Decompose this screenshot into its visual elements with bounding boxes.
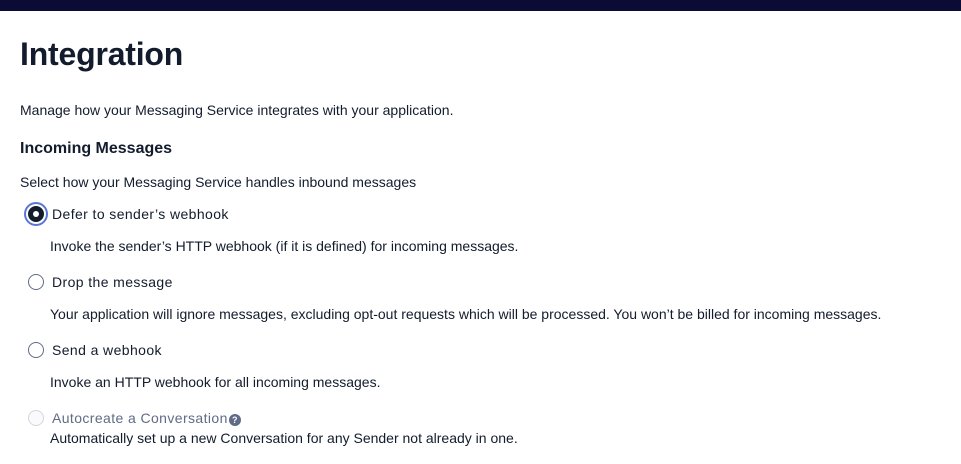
option-label: Autocreate a Conversation xyxy=(52,410,228,426)
question-circle-icon[interactable]: ? xyxy=(228,414,241,426)
radio-autocreate-conversation xyxy=(28,410,44,426)
page-title: Integration xyxy=(20,36,184,72)
option-help-text: Automatically set up a new Conversation … xyxy=(50,430,518,446)
option-label-wrapper: Autocreate a Conversation? xyxy=(52,409,241,427)
top-bar xyxy=(0,0,961,11)
radio-drop-the-message[interactable] xyxy=(28,274,44,290)
radio-defer-to-sender-webhook[interactable] xyxy=(28,206,44,222)
option-label[interactable]: Defer to sender’s webhook xyxy=(52,205,229,223)
option-help-text: Invoke an HTTP webhook for all incoming … xyxy=(50,374,381,390)
option-help-text: Invoke the sender’s HTTP webhook (if it … xyxy=(50,238,519,254)
option-help-text: Your application will ignore messages, e… xyxy=(50,306,882,322)
incoming-messages-description: Select how your Messaging Service handle… xyxy=(20,174,417,190)
radio-send-a-webhook[interactable] xyxy=(28,342,44,358)
page-description: Manage how your Messaging Service integr… xyxy=(20,102,454,118)
option-label[interactable]: Send a webhook xyxy=(52,341,162,359)
option-label[interactable]: Drop the message xyxy=(52,273,173,291)
incoming-messages-heading: Incoming Messages xyxy=(20,140,173,157)
